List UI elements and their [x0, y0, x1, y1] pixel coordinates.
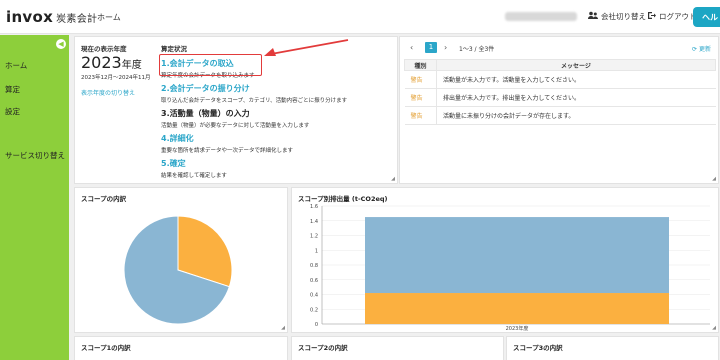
row-message: 活動量が未入力です。活動量を入力してください。 [436, 70, 716, 89]
fiscal-year-number: 2023 [81, 53, 122, 72]
scope-emissions-panel: スコープ別排出量 (t-CO2eq) 0 0.2 0.4 0.6 0.8 1 1.2 1.4 1… [291, 187, 719, 333]
calculation-status-panel: 現在の表示年度 2023年度 2023年12月〜2024年11月 表示年度の切り… [74, 36, 398, 184]
step-3-desc: 活動量（物量）が必要なデータに対して活動量を入力します [161, 123, 310, 129]
scope3-title: スコープ3の内訳 [513, 344, 563, 352]
sidebar-item-service-switch[interactable]: サービス切り替え [5, 150, 65, 161]
fiscal-year-unit: 年度 [121, 60, 142, 71]
messages-panel: ‹ 1 › 1〜3 / 全3件 ⟳ 更新 種別 メッセージ 警告 活動量が未入力… [399, 36, 719, 184]
pager-count: 1〜3 / 全3件 [459, 46, 495, 53]
y-tick-label: 0 [315, 322, 318, 328]
sidebar-item-calc[interactable]: 算定 [5, 84, 20, 95]
table-row[interactable]: 警告 活動量に未振り分けの会計データが存在します。 [404, 106, 716, 125]
fiscal-year-label: 現在の表示年度 [81, 45, 127, 53]
step-3: 3.活動量（物量）の入力 活動量（物量）が必要なデータに対して活動量を入力します [161, 108, 309, 129]
y-tick-label: 0.4 [310, 293, 318, 299]
sidebar-collapse-icon[interactable]: ◀ [56, 39, 66, 49]
resize-handle-icon[interactable]: ◢ [281, 325, 285, 331]
step-4-link[interactable]: 4.詳細化 [161, 133, 293, 144]
scope-pie-chart [123, 215, 233, 325]
annotation-arrow-icon [264, 39, 349, 56]
scope-breakdown-title: スコープの内訳 [81, 195, 127, 203]
scope2-title: スコープ2の内訳 [298, 344, 348, 352]
pager-next-icon[interactable]: › [444, 43, 447, 52]
y-tick-label: 1.6 [310, 204, 318, 210]
pager-current-page[interactable]: 1 [425, 42, 437, 53]
fiscal-year-range: 2023年12月〜2024年11月 [81, 75, 151, 81]
highlight-box [159, 54, 262, 76]
y-tick-label: 0.2 [310, 307, 318, 313]
company-switch-icon [588, 11, 598, 22]
scope-breakdown-panel: スコープの内訳 ◢ [74, 187, 288, 333]
row-type: 警告 [404, 70, 437, 89]
row-type: 警告 [404, 88, 437, 107]
logout-label: ログアウト [659, 12, 697, 21]
step-5-link[interactable]: 5.確定 [161, 158, 227, 169]
y-tick-label: 1 [315, 248, 318, 254]
scope3-breakdown-panel: スコープ3の内訳 [506, 336, 719, 360]
y-tick-label: 0.6 [310, 278, 318, 284]
col-type-header: 種別 [404, 59, 437, 71]
col-message-header: メッセージ [436, 59, 716, 71]
y-tick-label: 1.2 [310, 234, 318, 240]
status-heading: 算定状況 [161, 45, 187, 53]
resize-handle-icon[interactable]: ◢ [391, 176, 395, 182]
app-logo[interactable]: invox 炭素会計 [6, 8, 97, 26]
nav-home-link[interactable]: ホーム [97, 12, 121, 23]
refresh-label: 更新 [698, 46, 711, 53]
logout-button[interactable]: ログアウト [647, 11, 697, 22]
logo-sub: 炭素会計 [56, 14, 98, 25]
table-row[interactable]: 警告 活動量が未入力です。活動量を入力してください。 [404, 70, 716, 89]
row-message: 排出量が未入力です。排出量を入力してください。 [436, 88, 716, 107]
sidebar: ◀ ホーム 算定 設定 サービス切り替え [0, 35, 69, 360]
table-header-row: 種別 メッセージ [404, 59, 716, 71]
y-tick-label: 1.4 [310, 219, 318, 225]
refresh-button[interactable]: ⟳ 更新 [692, 44, 711, 53]
app-header: invox 炭素会計 ホーム 会社切り替え ログアウト ヘル [0, 0, 720, 34]
fiscal-year-switch-link[interactable]: 表示年度の切り替え [81, 88, 135, 97]
x-tick-label: 2023年度 [506, 325, 529, 332]
step-2-desc: 取り込んだ会計データをスコープ、カテゴリ、活動内容ごとに振り分けます [161, 98, 348, 104]
refresh-icon: ⟳ [692, 46, 698, 53]
sidebar-item-settings[interactable]: 設定 [5, 106, 20, 117]
user-name-redacted [505, 12, 577, 21]
step-4-desc: 重要な箇所を請求データや一次データで詳細化します [161, 148, 294, 154]
help-button[interactable]: ヘル [693, 7, 720, 27]
table-row[interactable]: 警告 排出量が未入力です。排出量を入力してください。 [404, 88, 716, 107]
pager-prev-icon[interactable]: ‹ [410, 43, 413, 52]
switch-company-label: 会社切り替え [601, 12, 646, 21]
scope1-title: スコープ1の内訳 [81, 344, 131, 352]
step-5: 5.確定 結果を確認して確定します [161, 158, 227, 179]
scope-emissions-bar-chart: 0 0.2 0.4 0.6 0.8 1 1.2 1.4 1.6 2023年度 [310, 204, 710, 332]
step-5-desc: 結果を確認して確定します [161, 173, 227, 179]
row-type: 警告 [404, 106, 437, 125]
messages-table: 種別 メッセージ 警告 活動量が未入力です。活動量を入力してください。 警告 排… [404, 59, 716, 125]
scope2-breakdown-panel: スコープ2の内訳 [291, 336, 504, 360]
logo-main: invox [6, 8, 54, 26]
resize-handle-icon[interactable]: ◢ [712, 325, 716, 331]
step-2: 2.会計データの振り分け 取り込んだ会計データをスコープ、カテゴリ、活動内容ごと… [161, 83, 347, 104]
step-4: 4.詳細化 重要な箇所を請求データや一次データで詳細化します [161, 133, 293, 154]
logout-icon [647, 11, 656, 22]
fiscal-year-value: 2023年度 [81, 53, 142, 72]
resize-handle-icon[interactable]: ◢ [712, 176, 716, 182]
sidebar-item-home[interactable]: ホーム [5, 60, 27, 71]
bar-segment-2[interactable] [365, 217, 669, 294]
scope1-breakdown-panel: スコープ1の内訳 [74, 336, 288, 360]
row-message: 活動量に未振り分けの会計データが存在します。 [436, 106, 716, 125]
step-2-link[interactable]: 2.会計データの振り分け [161, 83, 347, 94]
y-tick-label: 0.8 [310, 263, 318, 269]
step-3-title: 3.活動量（物量）の入力 [161, 109, 250, 118]
bar-segment-1[interactable] [365, 293, 669, 324]
switch-company-button[interactable]: 会社切り替え [588, 11, 646, 22]
